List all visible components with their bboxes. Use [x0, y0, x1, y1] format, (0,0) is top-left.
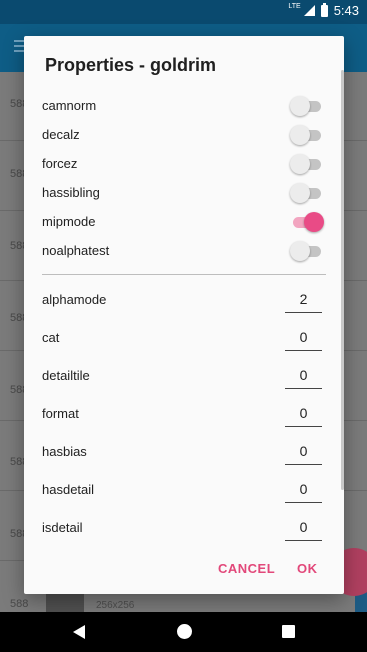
field-label: detailtile	[42, 368, 90, 383]
number-row-hasdetail: hasdetail 0	[42, 476, 326, 504]
noalphatest-switch[interactable]	[290, 241, 324, 261]
cat-input[interactable]: 0	[285, 324, 322, 351]
battery-icon	[320, 2, 328, 17]
field-label: hasdetail	[42, 482, 95, 497]
format-input[interactable]: 0	[285, 400, 322, 427]
status-bar: LTE 5:43	[0, 0, 367, 24]
signal-icon	[303, 5, 315, 16]
home-icon[interactable]	[177, 624, 192, 639]
hassibling-switch[interactable]	[290, 183, 324, 203]
field-label: format	[42, 406, 79, 421]
section-divider	[42, 274, 326, 275]
toggle-row-decalz[interactable]: decalz	[42, 123, 324, 147]
toggle-row-mipmode[interactable]: mipmode	[42, 210, 324, 234]
toggle-label: mipmode	[42, 214, 96, 229]
cancel-button[interactable]: CANCEL	[218, 561, 275, 576]
number-row-isdetail: isdetail 0	[42, 514, 326, 542]
number-row-format: format 0	[42, 400, 326, 428]
recents-icon[interactable]	[282, 625, 295, 638]
lte-indicator: LTE	[288, 3, 301, 10]
clock: 5:43	[333, 3, 359, 18]
back-icon[interactable]	[73, 625, 85, 639]
decalz-switch[interactable]	[290, 125, 324, 145]
toggle-label: noalphatest	[42, 243, 110, 258]
dialog-title: Properties - goldrim	[45, 55, 217, 75]
number-row-detailtile: detailtile 0	[42, 362, 326, 390]
field-label: isdetail	[42, 520, 83, 535]
field-label: cat	[42, 330, 60, 345]
alphamode-input[interactable]: 2	[285, 286, 322, 313]
detailtile-input[interactable]: 0	[285, 362, 322, 389]
properties-dialog: Properties - goldrim camnorm decalz forc…	[24, 36, 344, 594]
toggle-row-noalphatest[interactable]: noalphatest	[42, 239, 324, 263]
mipmode-switch[interactable]	[290, 212, 324, 232]
dialog-actions: CANCEL OK	[24, 542, 344, 594]
scrollbar[interactable]	[341, 70, 344, 490]
toggle-label: forcez	[42, 156, 78, 171]
toggle-label: hassibling	[42, 185, 100, 200]
ok-button[interactable]: OK	[297, 561, 318, 576]
isdetail-input[interactable]: 0	[285, 514, 322, 541]
toggle-row-hassibling[interactable]: hassibling	[42, 181, 324, 205]
toggle-label: decalz	[42, 127, 80, 142]
texture-size-label: 256x256	[96, 600, 135, 611]
field-label: alphamode	[42, 292, 107, 307]
forcez-switch[interactable]	[290, 154, 324, 174]
toggle-row-forcez[interactable]: forcez	[42, 152, 324, 176]
number-row-alphamode: alphamode 2	[42, 286, 326, 314]
texture-thumbnail	[46, 594, 84, 612]
toggle-row-camnorm[interactable]: camnorm	[42, 94, 324, 118]
hasdetail-input[interactable]: 0	[285, 476, 322, 503]
camnorm-switch[interactable]	[290, 96, 324, 116]
hasbias-input[interactable]: 0	[285, 438, 322, 465]
number-row-hasbias: hasbias 0	[42, 438, 326, 466]
navigation-bar	[0, 612, 367, 652]
toggle-label: camnorm	[42, 98, 97, 113]
list-item-number: 588	[10, 598, 29, 610]
field-label: hasbias	[42, 444, 87, 459]
number-row-cat: cat 0	[42, 324, 326, 352]
